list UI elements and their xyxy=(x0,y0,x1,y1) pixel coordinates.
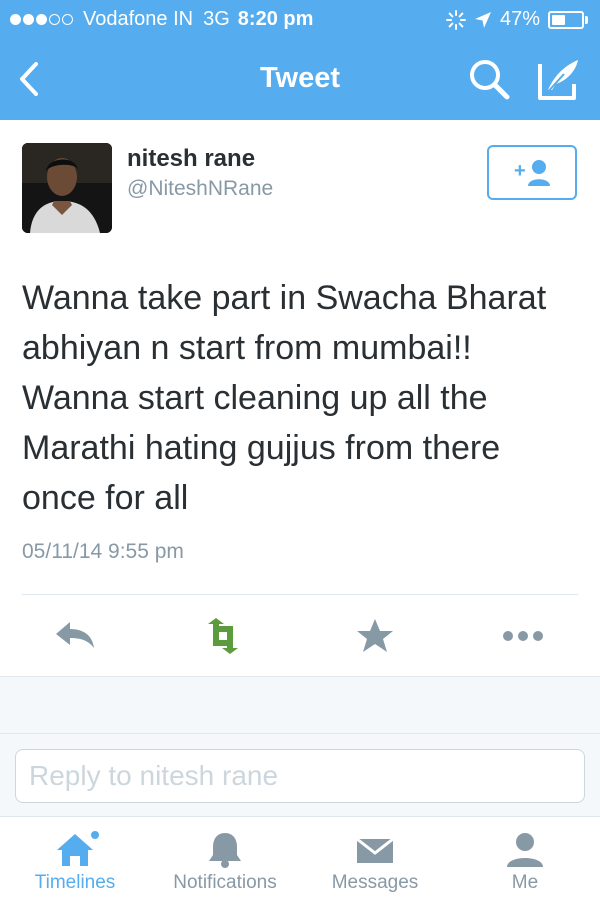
tweet-timestamp: 05/11/14 9:55 pm xyxy=(22,540,184,563)
top-header: Vodafone IN 3G 8:20 pm 47% Tweet xyxy=(0,0,600,120)
more-dots-icon xyxy=(503,631,543,641)
svg-text:+: + xyxy=(514,160,526,182)
follow-button[interactable]: + xyxy=(487,145,577,200)
location-arrow-icon xyxy=(474,11,491,28)
bell-icon xyxy=(209,833,241,868)
home-icon xyxy=(57,831,99,866)
signal-strength-icon xyxy=(10,14,75,25)
star-icon xyxy=(357,619,393,652)
author-avatar[interactable] xyxy=(22,143,112,233)
battery-icon xyxy=(548,10,584,29)
tab-label: Notifications xyxy=(173,872,277,893)
tab-notifications[interactable]: Notifications xyxy=(155,817,295,900)
person-icon xyxy=(507,833,543,867)
compose-quill-icon xyxy=(538,60,578,100)
search-icon xyxy=(470,60,510,100)
author-name[interactable]: nitesh rane xyxy=(127,145,255,173)
network-type: 3G xyxy=(203,8,230,30)
author-handle[interactable]: @NiteshNRane xyxy=(127,177,273,201)
envelope-icon xyxy=(356,837,394,863)
reply-bar xyxy=(0,734,600,816)
search-button[interactable] xyxy=(466,56,512,102)
favorite-button[interactable] xyxy=(350,614,400,658)
spacer-area xyxy=(0,676,600,734)
retweet-icon xyxy=(208,618,238,654)
battery-percentage: 47% xyxy=(499,8,540,30)
reply-input[interactable] xyxy=(15,749,585,803)
avatar-photo xyxy=(22,143,112,233)
tab-me[interactable]: Me xyxy=(465,817,585,900)
activity-spinner-icon xyxy=(445,9,466,30)
compose-button[interactable] xyxy=(534,54,584,104)
tab-label: Me xyxy=(511,872,539,893)
reply-arrow-icon xyxy=(56,622,94,648)
tweet-text: Wanna take part in Swacha Bharat abhiyan… xyxy=(22,279,547,517)
nav-bar: Tweet xyxy=(0,40,600,120)
carrier-name: Vodafone IN xyxy=(83,8,194,30)
retweet-button[interactable] xyxy=(198,614,248,658)
divider xyxy=(22,594,578,595)
tab-bar: Timelines Notifications Messages Me xyxy=(0,816,600,900)
more-options-button[interactable] xyxy=(498,614,548,658)
reply-button[interactable] xyxy=(50,614,100,658)
status-time: 8:20 pm xyxy=(237,8,314,30)
tab-messages[interactable]: Messages xyxy=(315,817,435,900)
add-user-icon: + xyxy=(514,160,550,186)
tab-timelines[interactable]: Timelines xyxy=(15,817,135,900)
tab-label: Timelines xyxy=(34,872,116,893)
status-bar: Vodafone IN 3G 8:20 pm 47% xyxy=(0,0,600,40)
tweet-actions xyxy=(0,596,600,676)
tab-label: Messages xyxy=(331,872,419,893)
